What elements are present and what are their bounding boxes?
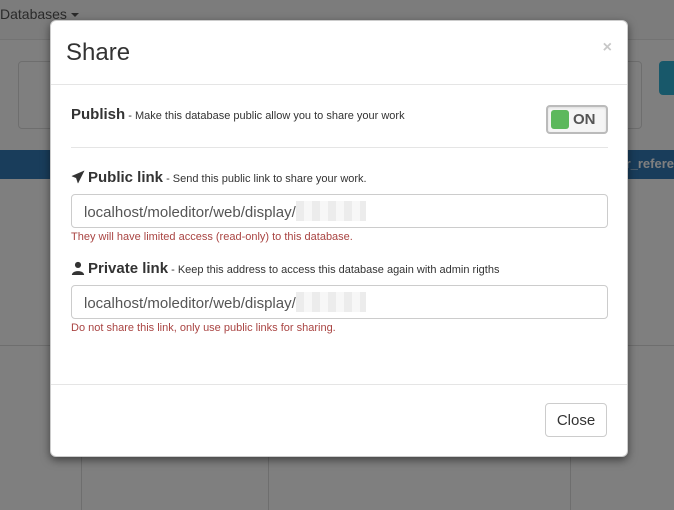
private-link-value: localhost/moleditor/web/display/ [84,295,296,312]
user-icon [71,261,85,275]
public-link-field[interactable]: localhost/moleditor/web/display/ [71,194,608,228]
redacted-segment [295,201,366,221]
divider [71,147,608,148]
private-link-field[interactable]: localhost/moleditor/web/display/ [71,285,608,319]
publish-title: Publish [71,106,126,123]
toggle-label: ON [573,111,596,128]
publish-toggle[interactable]: ON [546,105,608,134]
redacted-segment [295,292,366,312]
private-link-title: Private link [88,260,169,277]
public-link-help-text: - Send this public link to share your wo… [163,173,367,185]
close-button[interactable]: Close [545,403,607,437]
public-link-value: localhost/moleditor/web/display/ [84,204,296,221]
public-link-group: Public link - Send this public link to s… [71,169,608,243]
private-link-group: Private link - Keep this address to acce… [71,260,608,334]
close-icon[interactable]: × [603,39,612,57]
modal-body: Publish - Make this database public allo… [51,86,627,384]
modal-footer: Close [51,384,627,458]
toggle-knob [551,110,569,129]
public-link-title: Public link [88,169,164,186]
publish-help-text: - Make this database public allow you to… [125,110,405,122]
private-link-help-text: - Keep this address to access this datab… [168,264,500,276]
public-link-note: They will have limited access (read-only… [71,231,353,243]
private-link-note: Do not share this link, only use public … [71,322,336,334]
modal-title: Share [66,39,131,66]
publish-row: Publish - Make this database public allo… [71,105,608,146]
modal-header: Share × [51,21,627,85]
private-link-heading: Private link - Keep this address to acce… [71,260,608,280]
send-icon [71,170,85,184]
share-modal: Share × Publish - Make this database pub… [50,20,628,457]
public-link-heading: Public link - Send this public link to s… [71,169,608,189]
